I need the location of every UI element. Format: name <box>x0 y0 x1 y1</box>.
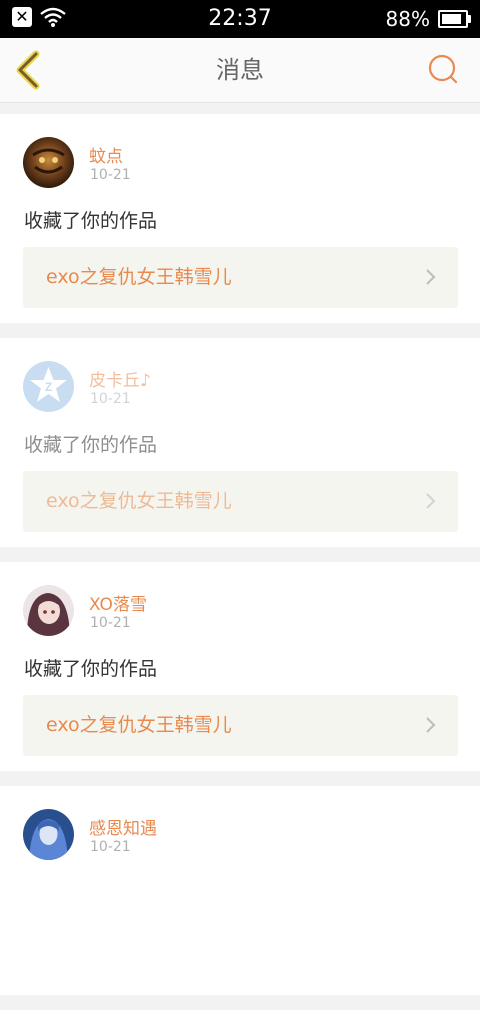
chevron-right-icon <box>426 493 436 509</box>
username-link[interactable]: 蚊点 <box>89 142 123 167</box>
battery-percent: 88% <box>385 7 430 31</box>
avatar[interactable]: Z <box>23 361 74 412</box>
anime-girl-avatar-image <box>23 585 74 636</box>
work-title: exo之复仇女王韩雪儿 <box>46 714 232 736</box>
message-card: Z 皮卡丘♪ 10-21 收藏了你的作品 exo之复仇女王韩雪儿 <box>0 338 480 547</box>
back-button[interactable] <box>10 48 50 92</box>
status-bar: ✕ 22:37 88% <box>0 0 480 38</box>
search-icon <box>428 54 458 84</box>
avatar[interactable] <box>23 585 74 636</box>
message-date: 10-21 <box>90 615 131 631</box>
message-action-text: 收藏了你的作品 <box>24 210 158 232</box>
tiger-avatar-image <box>23 137 74 188</box>
status-right: 88% <box>385 4 471 34</box>
page-title: 消息 <box>216 56 264 84</box>
qzone-star-avatar-image: Z <box>23 361 74 412</box>
username-link[interactable]: 皮卡丘♪ <box>89 366 151 391</box>
work-title: exo之复仇女王韩雪儿 <box>46 266 232 288</box>
message-action-text: 收藏了你的作品 <box>24 434 158 456</box>
chevron-right-icon <box>426 269 436 285</box>
chevron-right-icon <box>426 717 436 733</box>
message-date: 10-21 <box>90 391 131 407</box>
message-card: 蚊点 10-21 收藏了你的作品 exo之复仇女王韩雪儿 <box>0 114 480 323</box>
message-date: 10-21 <box>90 839 131 855</box>
nav-bar: 消息 <box>0 38 480 103</box>
message-card: 感恩知遇 10-21 <box>0 786 480 995</box>
work-link[interactable]: exo之复仇女王韩雪儿 <box>23 471 458 532</box>
work-link[interactable]: exo之复仇女王韩雪儿 <box>23 695 458 756</box>
work-title: exo之复仇女王韩雪儿 <box>46 490 232 512</box>
search-button[interactable] <box>424 50 464 90</box>
message-card: XO落雪 10-21 收藏了你的作品 exo之复仇女王韩雪儿 <box>0 562 480 771</box>
message-date: 10-21 <box>90 167 131 183</box>
message-list: 蚊点 10-21 收藏了你的作品 exo之复仇女王韩雪儿 Z 皮卡丘♪ 10-2… <box>0 114 480 1010</box>
blue-girl-avatar-image <box>23 809 74 860</box>
username-link[interactable]: 感恩知遇 <box>89 814 157 839</box>
battery-icon <box>438 10 471 28</box>
chevron-left-icon <box>16 50 40 90</box>
message-action-text: 收藏了你的作品 <box>24 658 158 680</box>
svg-text:Z: Z <box>45 380 52 394</box>
avatar[interactable] <box>23 809 74 860</box>
avatar[interactable] <box>23 137 74 188</box>
work-link[interactable]: exo之复仇女王韩雪儿 <box>23 247 458 308</box>
username-link[interactable]: XO落雪 <box>89 590 147 615</box>
battery-level-fill <box>442 14 461 24</box>
